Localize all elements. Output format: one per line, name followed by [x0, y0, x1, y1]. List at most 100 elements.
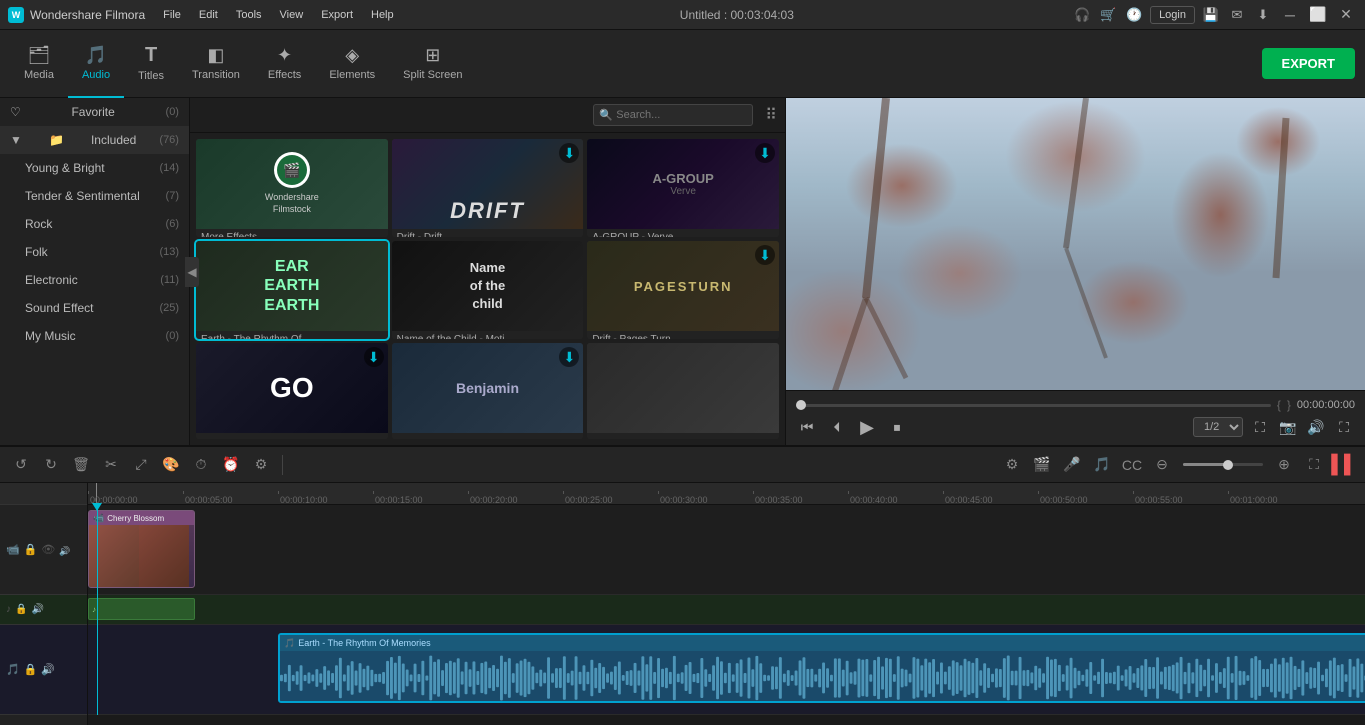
zoom-slider[interactable] — [1183, 463, 1263, 466]
sidebar-favorite[interactable]: ♡ Favorite (0) — [0, 98, 189, 126]
audio-clip-label: Earth - The Rhythm Of Memories — [298, 638, 430, 648]
media-card-benjamin[interactable]: Benjamin ⬇ — [392, 343, 584, 439]
media-card-go[interactable]: GO ⬇ — [196, 343, 388, 439]
clock-icon[interactable]: 🕐 — [1124, 5, 1144, 25]
menu-file[interactable]: File — [155, 7, 189, 23]
video-lock-icon[interactable]: 🔒 — [24, 543, 38, 556]
timeline-more-button[interactable]: ▌▌ — [1331, 452, 1357, 478]
tool-effects[interactable]: ✦ Effects — [254, 30, 315, 98]
video-clip[interactable]: 📹 Cherry Blossom — [88, 510, 195, 588]
sidebar-collapse-button[interactable]: ◀ — [185, 257, 199, 287]
delete-clip-button[interactable]: 🗑 — [68, 452, 94, 478]
login-button[interactable]: Login — [1150, 6, 1195, 24]
audio-clip[interactable]: 🎵 Earth - The Rhythm Of Memories — [278, 633, 1365, 703]
media-card-name[interactable]: Nameof thechild Name of the Child - Moti… — [392, 241, 584, 339]
media-thumb-go: GO ⬇ — [196, 343, 388, 433]
lock-attached-icon[interactable]: 🔒 — [15, 604, 27, 615]
media-label-blank — [587, 433, 779, 439]
save-icon[interactable]: 💾 — [1201, 5, 1221, 25]
play-button[interactable]: ▶ — [856, 416, 878, 438]
sidebar-folk[interactable]: Folk (13) — [0, 238, 189, 266]
stop-button[interactable]: ⏹ — [886, 416, 908, 438]
media-thumb-pagesturn: PAGESTURN ⬇ — [587, 241, 779, 331]
sidebar-included[interactable]: ▼ 📁 Included (76) — [0, 126, 189, 154]
media-card-blank[interactable] — [587, 343, 779, 439]
sidebar-sound-effect[interactable]: Sound Effect (25) — [0, 294, 189, 322]
tool-transition-label: Transition — [192, 69, 240, 81]
snapshot-button[interactable]: 📷 — [1277, 416, 1299, 438]
fullscreen-preview-button[interactable]: ⛶ — [1249, 416, 1271, 438]
zoom-out-button[interactable]: ⊕ — [1271, 452, 1297, 478]
ruler-tick — [183, 491, 184, 494]
media-card-pagesturn[interactable]: PAGESTURN ⬇ Drift - Pages Turn — [587, 241, 779, 339]
close-button[interactable]: ✕ — [1335, 4, 1357, 26]
color-button[interactable]: 🎨 — [158, 452, 184, 478]
sidebar-rock[interactable]: Rock (6) — [0, 210, 189, 238]
menu-view[interactable]: View — [272, 7, 312, 23]
zoom-fit-button[interactable]: ⤢ — [128, 452, 154, 478]
media-card-earth[interactable]: EAREARTHEARTH Earth - The Rhythm Of ... — [196, 241, 388, 339]
menu-edit[interactable]: Edit — [191, 7, 226, 23]
video-track-controls: 📹 🔒 👁 — [6, 543, 55, 556]
menu-tools[interactable]: Tools — [228, 7, 270, 23]
video-eye-icon[interactable]: 👁 — [41, 543, 55, 556]
audio-icon: 🎵 — [85, 45, 107, 66]
ruler-mark-7: 00:00:35:00 — [753, 483, 803, 505]
tool-elements[interactable]: ◈ Elements — [315, 30, 389, 98]
ruler-tick — [278, 491, 279, 494]
search-input[interactable] — [593, 104, 753, 126]
restore-button[interactable]: ⬜ — [1307, 4, 1329, 26]
media-card-agroup[interactable]: A-GROUP Verve ⬇ A-GROUP - Verve — [587, 139, 779, 237]
track-label-video: 📹 🔒 👁 🔊 — [0, 505, 87, 595]
media-label-agroup: A-GROUP - Verve — [587, 229, 779, 237]
frame-back-button[interactable]: ⏴ — [826, 416, 848, 438]
undo-button[interactable]: ↺ — [8, 452, 34, 478]
cart-icon[interactable]: 🛒 — [1098, 5, 1118, 25]
sidebar-electronic[interactable]: Electronic (11) — [0, 266, 189, 294]
adjust-button[interactable]: ⚙ — [248, 452, 274, 478]
vol-attached-icon[interactable]: 🔊 — [31, 604, 43, 615]
tool-media[interactable]: 🗂 Media — [10, 30, 68, 98]
tool-audio[interactable]: 🎵 Audio — [68, 30, 124, 98]
cut-button[interactable]: ✂ — [98, 452, 124, 478]
export-button[interactable]: EXPORT — [1262, 48, 1355, 79]
zoom-in-button[interactable]: ⊖ — [1149, 452, 1175, 478]
redo-button[interactable]: ↻ — [38, 452, 64, 478]
clip-button[interactable]: 🎬 — [1029, 452, 1055, 478]
speed-button[interactable]: ⏱ — [188, 452, 214, 478]
settings-preview-button[interactable]: ⛶ — [1333, 416, 1355, 438]
toolbar: 🗂 Media 🎵 Audio T Titles ◧ Transition ✦ … — [0, 30, 1365, 98]
download-icon[interactable]: ⬇ — [1253, 5, 1273, 25]
sidebar-my-music[interactable]: My Music (0) — [0, 322, 189, 350]
video-track-badge: 🔊 — [59, 546, 70, 557]
track-label-attached-audio: ♪ 🔒 🔊 — [0, 595, 87, 625]
audio-vol-icon[interactable]: 🔊 — [41, 663, 55, 676]
progress-bar-track[interactable] — [796, 404, 1271, 407]
volume-preview-button[interactable]: 🔊 — [1305, 416, 1327, 438]
tool-splitscreen[interactable]: ⊞ Split Screen — [389, 30, 476, 98]
sidebar-tender[interactable]: Tender & Sentimental (7) — [0, 182, 189, 210]
media-card-filmstock[interactable]: 🎬 WondershareFilmstock More Effects — [196, 139, 388, 237]
timeline-fullscreen-button[interactable]: ⛶ — [1301, 452, 1327, 478]
audio-button[interactable]: 🎵 — [1089, 452, 1115, 478]
menu-export[interactable]: Export — [313, 7, 361, 23]
sidebar-young-bright[interactable]: Young & Bright (14) — [0, 154, 189, 182]
headphone-icon[interactable]: 🎧 — [1072, 5, 1092, 25]
menu-help[interactable]: Help — [363, 7, 402, 23]
audio-lock-icon[interactable]: 🔒 — [24, 663, 38, 676]
mail-icon[interactable]: ✉ — [1227, 5, 1247, 25]
grid-toggle-icon[interactable]: ⠿ — [765, 105, 777, 125]
timer-button[interactable]: ⏰ — [218, 452, 244, 478]
subtitle-button[interactable]: CC — [1119, 452, 1145, 478]
page-selector[interactable]: 1/2 2/2 — [1193, 417, 1243, 437]
download-badge-pagesturn: ⬇ — [755, 245, 775, 265]
minimize-button[interactable]: ─ — [1279, 4, 1301, 26]
step-back-button[interactable]: ⏮ — [796, 416, 818, 438]
attached-audio-clip[interactable]: ♪ — [88, 598, 195, 620]
app-logo: W — [8, 7, 24, 23]
media-card-drift[interactable]: DRIFT ⬇ Drift - Drift — [392, 139, 584, 237]
tool-transition[interactable]: ◧ Transition — [178, 30, 254, 98]
tool-titles[interactable]: T Titles — [124, 30, 178, 98]
microphone-button[interactable]: 🎤 — [1059, 452, 1085, 478]
track-settings-button[interactable]: ⚙ — [999, 452, 1025, 478]
